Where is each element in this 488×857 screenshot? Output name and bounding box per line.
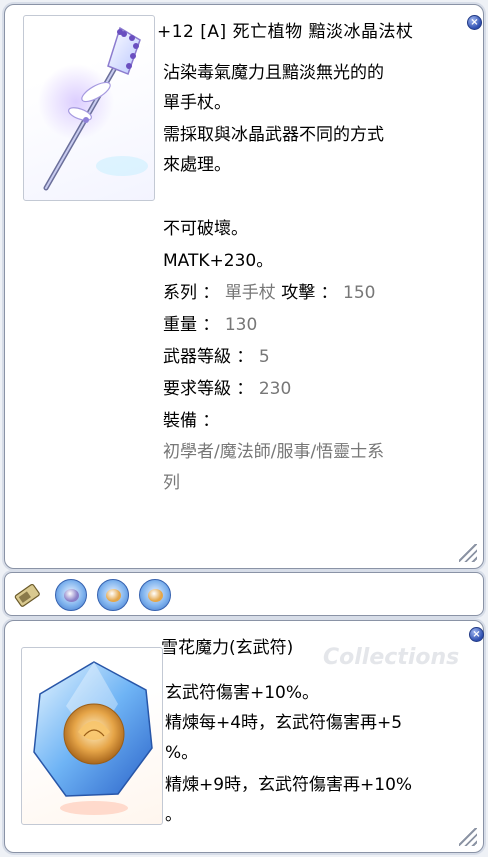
- type-attack-row: 系列 ： 單手杖 攻擊 ： 150: [163, 279, 375, 308]
- card-gem-icon: [148, 589, 163, 602]
- card-effect-line: 。: [165, 805, 182, 825]
- attack-value: 150: [343, 283, 376, 303]
- type-value: 單手杖: [224, 283, 276, 303]
- card-info-window: Collections 雪花魔力(玄武符) × 玄武符傷害+10%。 精煉每+4…: [4, 620, 484, 853]
- type-label: 系列 ：: [163, 283, 220, 303]
- required-level-row: 要求等級 ： 230: [163, 375, 291, 404]
- staff-icon: [38, 26, 148, 191]
- card-image: [21, 647, 163, 825]
- item-description-line: 沾染毒氣魔力且黯淡無光的的: [163, 63, 384, 83]
- equip-classes-line: 列: [163, 473, 180, 493]
- required-level-label: 要求等級 ：: [163, 379, 254, 399]
- card-slot-1[interactable]: [55, 579, 87, 611]
- item-image: [23, 15, 155, 201]
- item-description-line: 需採取與冰晶武器不同的方式: [163, 125, 384, 145]
- item-description-line: 單手杖。: [163, 93, 231, 113]
- card-icon[interactable]: [11, 579, 43, 611]
- card-effect-line: 精煉+9時，玄武符傷害再+10%: [165, 775, 413, 795]
- weapon-level-row: 武器等級 ： 5: [163, 343, 270, 372]
- resize-handle[interactable]: [459, 828, 477, 846]
- card-slot-bar: [4, 572, 484, 616]
- item-title: +12 [A] 死亡植物 黯淡冰晶法杖: [157, 22, 414, 42]
- resize-handle[interactable]: [459, 544, 477, 562]
- attack-label: 攻擊 ：: [281, 283, 338, 303]
- weight-label: 重量 ：: [163, 315, 220, 335]
- weapon-level-value: 5: [258, 347, 270, 367]
- card-effect-line: 精煉每+4時，玄武符傷害再+5: [165, 713, 403, 733]
- weight-value: 130: [224, 315, 258, 335]
- item-info-window: +12 [A] 死亡植物 黯淡冰晶法杖 × 沾染毒氣魔力且黯淡無光的的 單手杖。…: [4, 4, 484, 569]
- weight-row: 重量 ： 130: [163, 311, 257, 340]
- matk-text: MATK+230。: [163, 251, 274, 271]
- card-title: 雪花魔力(玄武符): [161, 638, 294, 658]
- item-description-line: 來處理。: [163, 155, 231, 175]
- card-effect-line: 玄武符傷害+10%。: [165, 683, 320, 703]
- card-slot-3[interactable]: [139, 579, 171, 611]
- card-gem-icon: [64, 589, 79, 602]
- required-level-value: 230: [258, 379, 292, 399]
- equip-label: 裝備 ：: [163, 411, 220, 431]
- close-icon[interactable]: ×: [467, 15, 482, 30]
- watermark-text: Collections: [323, 645, 460, 670]
- equip-classes-line: 初學者/魔法師/服事/悟靈士系: [163, 442, 385, 462]
- card-gem-icon: [106, 589, 121, 602]
- card-effect-line: %。: [165, 743, 199, 763]
- indestructible-text: 不可破壞。: [163, 219, 248, 239]
- weapon-level-label: 武器等級 ：: [163, 347, 254, 367]
- close-icon[interactable]: ×: [469, 627, 484, 642]
- card-slot-2[interactable]: [97, 579, 129, 611]
- crystal-rose-icon: [33, 661, 153, 815]
